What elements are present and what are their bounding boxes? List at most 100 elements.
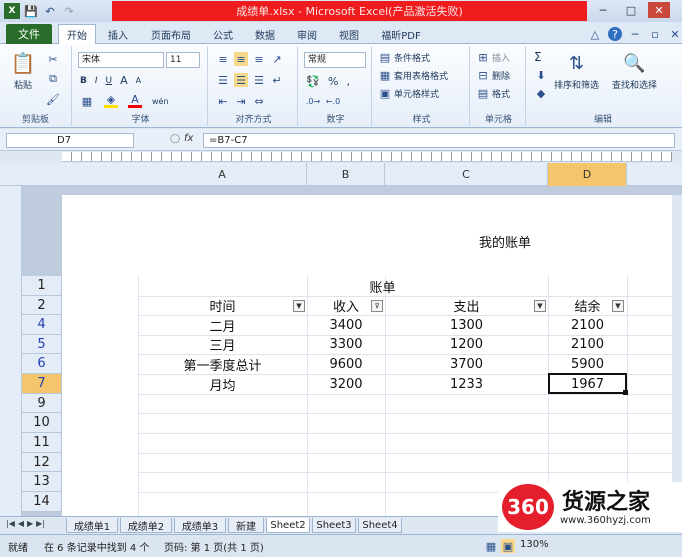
sheet-tab[interactable]: Sheet3 [312, 518, 356, 533]
column-header-d[interactable]: D [548, 163, 627, 186]
autosum-button[interactable]: Σ [534, 50, 542, 64]
paste-button[interactable]: 📋 粘贴 [10, 50, 36, 91]
row-header[interactable]: 13 [22, 472, 62, 492]
align-right-icon[interactable]: ☰ [252, 73, 266, 87]
copy-icon[interactable]: ⧉ [46, 72, 60, 86]
percent-button[interactable]: % [328, 75, 338, 88]
fill-icon[interactable]: ⬇ [534, 68, 548, 82]
table-cell[interactable]: 月均 [138, 374, 307, 394]
table-cell[interactable]: 3200 [307, 374, 385, 394]
table-cell[interactable]: 5900 [548, 354, 627, 374]
row-header[interactable]: 10 [22, 413, 62, 433]
sort-filter-button[interactable]: ⇅ 排序和筛选 [554, 50, 599, 92]
insert-cells-button[interactable]: ⊞ 插入 [476, 50, 510, 64]
tab-home[interactable]: 开始 [58, 24, 96, 44]
row-header[interactable]: 7 [22, 374, 62, 394]
table-cell[interactable]: 3700 [385, 354, 548, 374]
sheet-tab[interactable]: 成绩单3 [174, 518, 226, 533]
fx-icon[interactable]: fx [184, 133, 193, 144]
row-header[interactable]: 6 [22, 354, 62, 374]
decrease-decimal-icon[interactable]: ←.0 [326, 94, 340, 108]
undo-icon[interactable]: ↶ [42, 3, 58, 19]
table-cell[interactable]: 二月 [138, 315, 307, 335]
table-cell[interactable]: 1200 [385, 335, 548, 354]
tab-insert[interactable]: 插入 [100, 25, 136, 43]
table-cell[interactable]: 3400 [307, 315, 385, 335]
align-center-icon[interactable]: ☰ [234, 73, 248, 87]
prev-sheet-icon[interactable]: ◀ [18, 519, 24, 528]
name-box[interactable]: D7 [6, 133, 134, 148]
doc-restore-icon[interactable]: ▫ [648, 27, 662, 41]
grow-font-button[interactable]: A [120, 74, 128, 87]
tab-page-layout[interactable]: 页面布局 [142, 25, 200, 43]
column-header-b[interactable]: B [307, 163, 385, 186]
table-cell[interactable]: 三月 [138, 335, 307, 354]
merge-center-icon[interactable]: ⇔ [252, 94, 266, 108]
column-header-c[interactable]: C [385, 163, 548, 186]
fill-handle[interactable] [623, 390, 628, 395]
table-cell[interactable]: 2100 [548, 315, 627, 335]
align-middle-icon[interactable]: ≡ [234, 52, 248, 66]
tab-file[interactable]: 文件 [6, 24, 52, 44]
header-cell-time[interactable]: 时间 [138, 296, 307, 315]
increase-decimal-icon[interactable]: .0→ [306, 94, 320, 108]
font-size-select[interactable]: 11 [166, 52, 200, 68]
table-cell[interactable]: 9600 [307, 354, 385, 374]
cell-styles-button[interactable]: ▣ 单元格样式 [378, 86, 439, 100]
table-title[interactable]: 账单 [138, 276, 627, 296]
underline-button[interactable]: U [106, 76, 113, 86]
next-sheet-icon[interactable]: ▶ [27, 519, 33, 528]
header-cell-expense[interactable]: 支出 [385, 296, 548, 315]
conditional-format-button[interactable]: ▤ 条件格式 [378, 50, 430, 64]
fill-color-icon[interactable]: ◈ [104, 93, 118, 108]
save-icon[interactable]: 💾 [23, 3, 39, 19]
sheet-tab[interactable]: Sheet4 [358, 518, 402, 533]
align-bottom-icon[interactable]: ≡ [252, 52, 266, 66]
sheet-tab-active[interactable]: Sheet2 [266, 518, 310, 533]
doc-minimize-icon[interactable]: ─ [628, 27, 642, 41]
tab-data[interactable]: 数据 [246, 25, 284, 43]
table-cell[interactable]: 2100 [548, 335, 627, 354]
tab-view[interactable]: 视图 [330, 25, 368, 43]
tab-foxit-pdf[interactable]: 福昕PDF [372, 25, 430, 43]
expand-icon[interactable]: ◯ [170, 134, 180, 144]
row-header[interactable]: 14 [22, 492, 62, 512]
font-name-select[interactable]: 宋体 [78, 52, 164, 68]
row-header[interactable]: 4 [22, 315, 62, 335]
orientation-icon[interactable]: ↗ [270, 52, 284, 66]
column-header-a[interactable]: A [138, 163, 307, 186]
format-cells-button[interactable]: ▤ 格式 [476, 86, 510, 100]
last-sheet-icon[interactable]: ▶| [36, 519, 45, 528]
minimize-button[interactable]: ─ [592, 2, 614, 18]
align-top-icon[interactable]: ≡ [216, 52, 230, 66]
border-icon[interactable]: ▦ [80, 94, 94, 108]
row-header[interactable]: 1 [22, 276, 62, 296]
italic-button[interactable]: I [95, 76, 98, 86]
row-header[interactable]: 2 [22, 296, 62, 315]
filter-dropdown-icon[interactable]: ▼ [534, 300, 546, 312]
zoom-level[interactable]: 130% [520, 539, 549, 550]
filter-dropdown-icon[interactable]: ▼ [293, 300, 305, 312]
format-painter-icon[interactable]: 🖌 [46, 92, 60, 106]
sheet-tab[interactable]: 成绩单1 [66, 518, 118, 533]
tab-formulas[interactable]: 公式 [204, 25, 242, 43]
row-header[interactable]: 5 [22, 335, 62, 354]
currency-icon[interactable]: 💱 [306, 74, 320, 88]
doc-close-icon[interactable]: ✕ [668, 27, 682, 41]
comma-button[interactable]: , [346, 75, 350, 88]
phonetic-button[interactable]: wén [152, 97, 169, 106]
clear-icon[interactable]: ◆ [534, 86, 548, 100]
help-icon[interactable]: ? [608, 27, 622, 41]
table-cell[interactable]: 1233 [385, 374, 548, 394]
tab-review[interactable]: 审阅 [288, 25, 326, 43]
ribbon-collapse-icon[interactable]: △ [588, 27, 602, 41]
table-cell[interactable]: 3300 [307, 335, 385, 354]
decrease-indent-icon[interactable]: ⇤ [216, 94, 230, 108]
sheet-tab[interactable]: 成绩单2 [120, 518, 172, 533]
redo-icon[interactable]: ↷ [61, 3, 77, 19]
normal-view-icon[interactable]: ▦ [484, 539, 498, 553]
first-sheet-icon[interactable]: |◀ [6, 519, 15, 528]
row-header[interactable]: 9 [22, 394, 62, 413]
row-header[interactable]: 12 [22, 453, 62, 472]
close-button[interactable]: ✕ [648, 2, 670, 18]
